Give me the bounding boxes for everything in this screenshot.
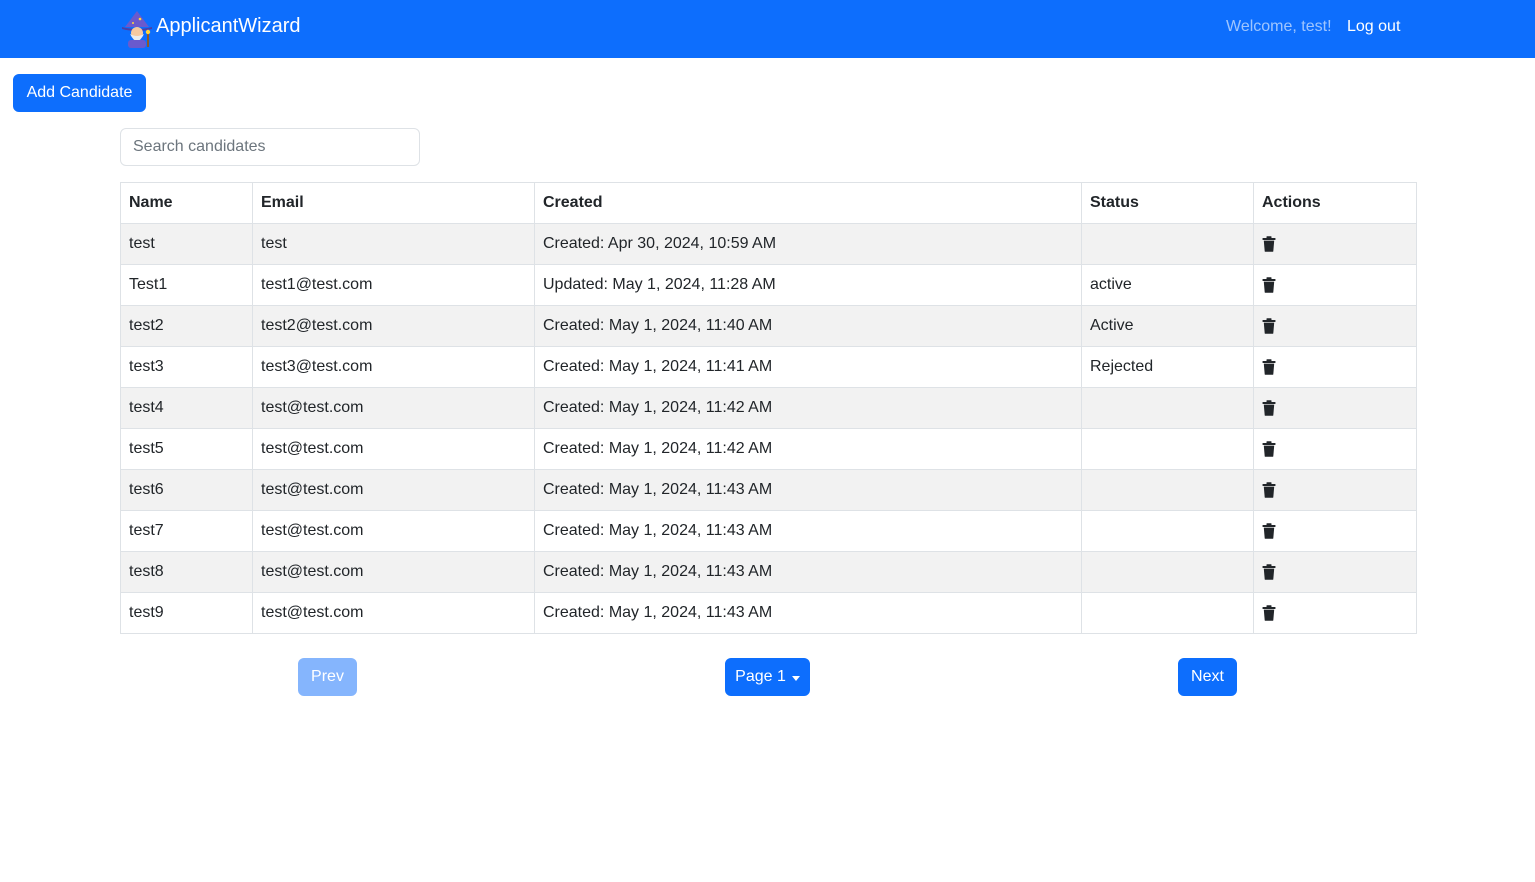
cell-email: test@test.com: [252, 469, 535, 511]
cell-email: test: [252, 223, 535, 265]
cell-name: test9: [120, 592, 253, 634]
cell-created: Created: Apr 30, 2024, 10:59 AM: [534, 223, 1082, 265]
cell-actions: [1253, 346, 1417, 388]
cell-created: Created: May 1, 2024, 11:41 AM: [534, 346, 1082, 388]
column-header-created: Created: [534, 182, 1082, 224]
cell-actions: [1253, 428, 1417, 470]
trash-icon[interactable]: [1262, 359, 1276, 375]
cell-actions: [1253, 510, 1417, 552]
cell-email: test2@test.com: [252, 305, 535, 347]
top-navbar: ApplicantWizard Welcome, test! Log out: [0, 0, 1535, 58]
page-select-label: Page 1: [735, 668, 786, 685]
cell-email: test@test.com: [252, 510, 535, 552]
cell-email: test1@test.com: [252, 264, 535, 306]
cell-actions: [1253, 469, 1417, 511]
welcome-text: Welcome, test!: [1226, 18, 1332, 35]
cell-name: test6: [120, 469, 253, 511]
trash-icon[interactable]: [1262, 523, 1276, 539]
cell-status: [1081, 469, 1254, 511]
cell-actions: [1253, 387, 1417, 429]
cell-name: test3: [120, 346, 253, 388]
cell-created: Created: May 1, 2024, 11:42 AM: [534, 428, 1082, 470]
cell-name: Test1: [120, 264, 253, 306]
cell-name: test: [120, 223, 253, 265]
cell-email: test3@test.com: [252, 346, 535, 388]
trash-icon[interactable]: [1262, 400, 1276, 416]
candidates-table: Name Email Created Status Actions test te…: [120, 182, 1417, 634]
cell-status: [1081, 387, 1254, 429]
table-row: test3 test3@test.com Created: May 1, 2024,…: [120, 346, 1417, 388]
cell-name: test4: [120, 387, 253, 429]
cell-actions: [1253, 264, 1417, 306]
cell-name: test2: [120, 305, 253, 347]
trash-icon[interactable]: [1262, 482, 1276, 498]
cell-created: Created: May 1, 2024, 11:43 AM: [534, 592, 1082, 634]
table-header-row: Name Email Created Status Actions: [120, 182, 1417, 224]
caret-down-icon: [791, 675, 800, 681]
cell-created: Created: May 1, 2024, 11:42 AM: [534, 387, 1082, 429]
cell-status: [1081, 592, 1254, 634]
cell-status: Active: [1081, 305, 1254, 347]
cell-actions: [1253, 223, 1417, 265]
cell-created: Updated: May 1, 2024, 11:28 AM: [534, 264, 1082, 306]
trash-icon[interactable]: [1262, 564, 1276, 580]
cell-status: [1081, 551, 1254, 593]
logout-link[interactable]: Log out: [1347, 18, 1400, 36]
add-candidate-button[interactable]: Add Candidate: [13, 74, 146, 112]
cell-actions: [1253, 592, 1417, 634]
brand-name: ApplicantWizard: [156, 14, 301, 37]
trash-icon[interactable]: [1262, 605, 1276, 621]
cell-email: test@test.com: [252, 387, 535, 429]
column-header-email: Email: [252, 182, 535, 224]
cell-name: test7: [120, 510, 253, 552]
prev-page-button[interactable]: Prev: [298, 658, 357, 696]
table-row: Test1 test1@test.com Updated: May 1, 2024,…: [120, 264, 1417, 306]
cell-status: active: [1081, 264, 1254, 306]
column-header-actions: Actions: [1253, 182, 1417, 224]
wizard-icon: [122, 11, 152, 48]
cell-created: Created: May 1, 2024, 11:40 AM: [534, 305, 1082, 347]
next-page-button[interactable]: Next: [1178, 658, 1237, 696]
cell-status: Rejected: [1081, 346, 1254, 388]
cell-status: [1081, 428, 1254, 470]
table-row: test test Created: Apr 30, 2024, 10:59 AM: [120, 223, 1417, 265]
brand-link[interactable]: ApplicantWizard: [120, 10, 301, 48]
table-body: test test Created: Apr 30, 2024, 10:59 AM T…: [120, 223, 1417, 634]
trash-icon[interactable]: [1262, 441, 1276, 457]
table-row: test7 test@test.com Created: May 1, 2024, …: [120, 510, 1417, 552]
column-header-status: Status: [1081, 182, 1254, 224]
table-row: test5 test@test.com Created: May 1, 2024, …: [120, 428, 1417, 470]
cell-created: Created: May 1, 2024, 11:43 AM: [534, 551, 1082, 593]
trash-icon[interactable]: [1262, 318, 1276, 334]
cell-status: [1081, 223, 1254, 265]
table-row: test6 test@test.com Created: May 1, 2024, …: [120, 469, 1417, 511]
cell-status: [1081, 510, 1254, 552]
table-row: test9 test@test.com Created: May 1, 2024, …: [120, 592, 1417, 634]
cell-name: test8: [120, 551, 253, 593]
cell-created: Created: May 1, 2024, 11:43 AM: [534, 469, 1082, 511]
cell-email: test@test.com: [252, 551, 535, 593]
column-header-name: Name: [120, 182, 253, 224]
cell-email: test@test.com: [252, 428, 535, 470]
cell-created: Created: May 1, 2024, 11:43 AM: [534, 510, 1082, 552]
trash-icon[interactable]: [1262, 277, 1276, 293]
search-input[interactable]: [120, 128, 420, 166]
table-row: test2 test2@test.com Created: May 1, 2024,…: [120, 305, 1417, 347]
cell-actions: [1253, 551, 1417, 593]
cell-name: test5: [120, 428, 253, 470]
cell-actions: [1253, 305, 1417, 347]
table-row: test8 test@test.com Created: May 1, 2024, …: [120, 551, 1417, 593]
page-select-dropdown[interactable]: Page 1: [725, 658, 810, 696]
table-row: test4 test@test.com Created: May 1, 2024, …: [120, 387, 1417, 429]
trash-icon[interactable]: [1262, 236, 1276, 252]
cell-email: test@test.com: [252, 592, 535, 634]
